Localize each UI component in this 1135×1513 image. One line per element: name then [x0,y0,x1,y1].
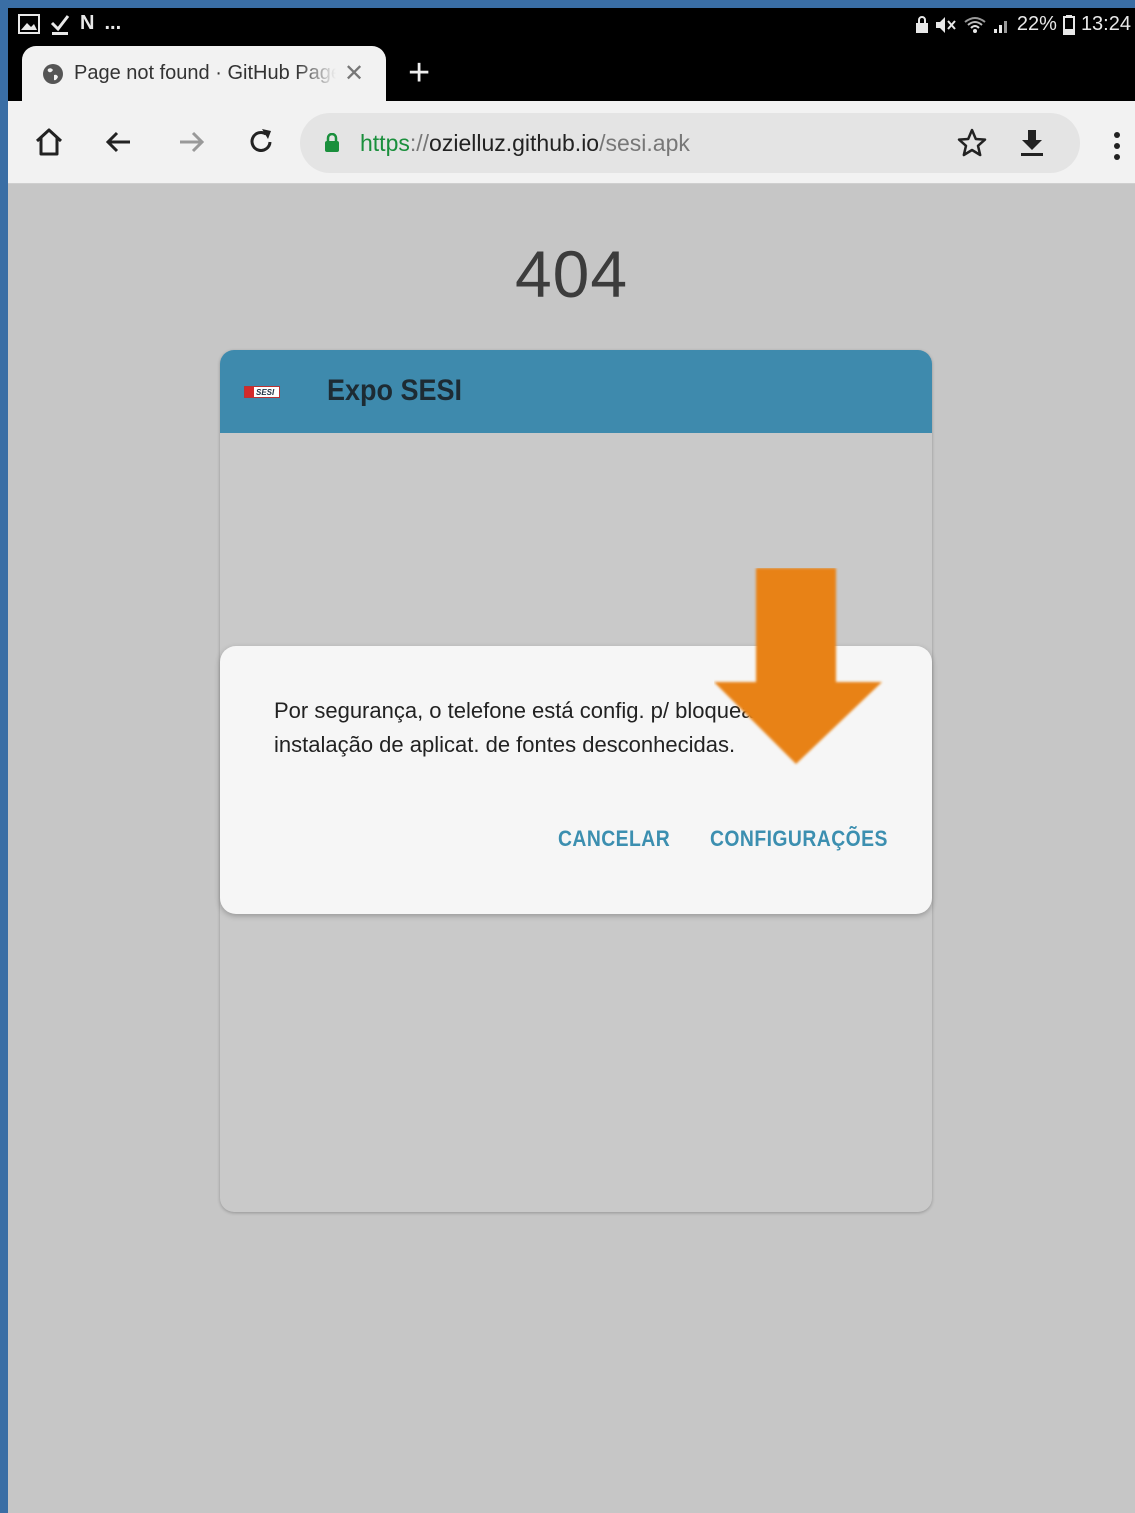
mute-icon [935,16,956,33]
signal-icon [993,20,1007,33]
n-notification-icon: N [80,12,95,34]
status-left: N ... [18,12,121,35]
sesi-logo: SESI [244,386,280,398]
status-bar: N ... 22% 13:24 [8,8,1135,46]
gallery-icon [18,13,40,34]
secure-lock-icon [325,133,339,152]
logo-text: SESI [256,387,275,397]
device-screen: N ... 22% 13:24 Page not found · GitHub … [8,8,1135,1513]
logo-red-block [245,387,254,397]
forward-arrow-icon[interactable] [174,125,208,159]
reload-icon[interactable] [244,125,278,159]
wifi-icon [964,16,986,33]
home-icon[interactable] [32,125,66,159]
url-separator: :// [409,130,430,156]
url-scheme: https [360,130,410,156]
url-text[interactable]: https://ozielluz.github.io/sesi.apk [360,130,690,157]
annotation-arrow-icon [714,568,882,764]
clock: 13:24 [1080,13,1131,35]
app-title: Expo SESI [327,374,463,407]
browser-toolbar: https://ozielluz.github.io/sesi.apk [8,101,1135,184]
lock-status-icon [915,15,928,33]
status-right: 22% 13:24 [915,13,1131,36]
overflow-menu-icon[interactable] [1113,131,1121,161]
bookmark-star-icon[interactable] [956,127,988,159]
address-bar[interactable]: https://ozielluz.github.io/sesi.apk [300,113,1080,173]
new-tab-button[interactable]: + [408,52,430,95]
notification-overflow: ... [104,12,122,34]
download-done-icon [50,14,70,35]
globe-icon [43,63,63,84]
tab-strip: Page not found · GitHub Pages ✕ + [8,46,1135,101]
back-arrow-icon[interactable] [102,125,136,159]
error-code-heading: 404 [514,237,629,311]
battery-percent: 22% [1016,13,1057,35]
cancel-button[interactable]: CANCELAR [558,826,670,852]
app-header: SESI Expo SESI [220,350,932,433]
battery-icon [1062,14,1075,35]
settings-button[interactable]: CONFIGURAÇÕES [710,826,888,852]
tab-close-icon[interactable]: ✕ [344,59,364,88]
url-path: /sesi.apk [599,130,690,156]
download-icon[interactable] [1016,127,1048,159]
tab-title: Page not found · GitHub Pages [74,62,336,84]
browser-tab[interactable]: Page not found · GitHub Pages ✕ [22,46,386,101]
url-host: ozielluz.github.io [429,130,600,156]
